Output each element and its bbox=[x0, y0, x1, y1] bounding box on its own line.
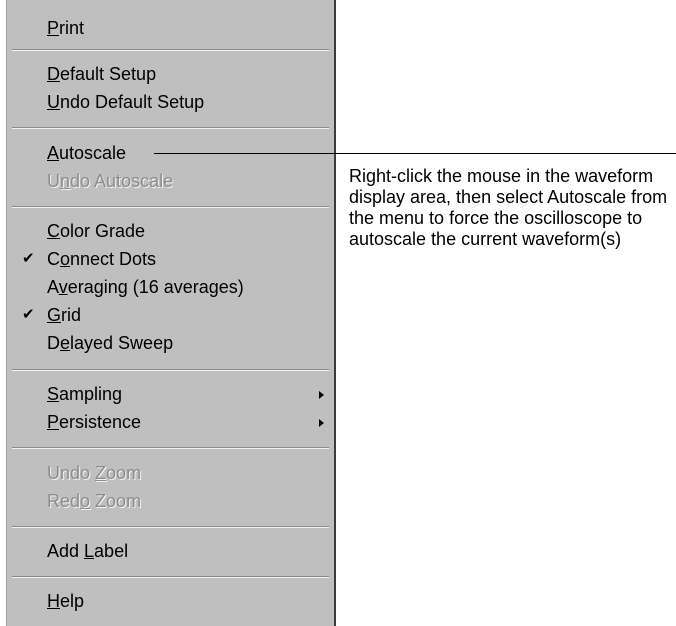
menu-separator bbox=[12, 526, 329, 528]
menu-item-label: Grid bbox=[47, 305, 82, 325]
mnemonic-letter: o bbox=[60, 249, 71, 269]
checkmark-icon: ✔ bbox=[22, 306, 35, 323]
menu-item-label: Persistence bbox=[47, 412, 142, 432]
menu-item-color-grade[interactable]: Color Grade bbox=[7, 217, 334, 245]
menu-separator bbox=[12, 206, 329, 208]
menu-item-connect-dots[interactable]: ✔ Connect Dots bbox=[7, 245, 334, 273]
menu-item-undo-zoom: Undo Zoom bbox=[7, 459, 334, 487]
menu-item-undo-autoscale: Undo Autoscale bbox=[7, 167, 334, 195]
menu-item-label: Default Setup bbox=[47, 64, 157, 84]
mnemonic-letter: D bbox=[47, 64, 60, 84]
menu-item-averaging[interactable]: Averaging (16 averages) bbox=[7, 273, 334, 301]
menu-item-label: Color Grade bbox=[47, 221, 146, 241]
menu-item-label: Undo Autoscale bbox=[47, 171, 174, 191]
submenu-arrow-icon bbox=[319, 391, 324, 399]
menu-separator bbox=[12, 447, 329, 449]
menu-separator bbox=[12, 576, 329, 578]
mnemonic-letter: H bbox=[47, 591, 60, 611]
menu-item-undo-default-setup[interactable]: Undo Default Setup bbox=[7, 88, 334, 116]
context-menu: Print Default Setup Undo Default Setup A… bbox=[6, 0, 336, 626]
menu-item-help[interactable]: Help bbox=[7, 587, 334, 615]
menu-separator bbox=[12, 127, 329, 129]
menu-item-label: Print bbox=[47, 18, 85, 38]
menu-item-label: Sampling bbox=[47, 384, 123, 404]
mnemonic-letter: o bbox=[80, 491, 91, 511]
menu-separator bbox=[12, 49, 329, 51]
menu-item-label: Add Label bbox=[47, 541, 129, 561]
checkmark-icon: ✔ bbox=[22, 250, 35, 267]
mnemonic-letter: P bbox=[47, 412, 60, 432]
callout-leader-line bbox=[154, 153, 676, 154]
menu-item-redo-zoom: Redo Zoom bbox=[7, 487, 334, 515]
mnemonic-letter: P bbox=[47, 18, 60, 38]
mnemonic-letter: S bbox=[47, 384, 60, 404]
mnemonic-letter: C bbox=[47, 221, 60, 241]
callout-text: Right-click the mouse in the waveform di… bbox=[349, 166, 668, 249]
menu-item-label: Delayed Sweep bbox=[47, 333, 174, 353]
menu-item-persistence[interactable]: Persistence bbox=[7, 408, 334, 436]
mnemonic-letter: U bbox=[47, 92, 60, 112]
mnemonic-letter: L bbox=[84, 541, 95, 561]
menu-item-label: Redo Zoom bbox=[47, 491, 142, 511]
menu-item-label: Undo Zoom bbox=[47, 463, 142, 483]
menu-item-add-label[interactable]: Add Label bbox=[7, 537, 334, 565]
menu-item-label: Undo Default Setup bbox=[47, 92, 205, 112]
mnemonic-letter: e bbox=[60, 333, 71, 353]
mnemonic-letter: v bbox=[58, 277, 68, 297]
mnemonic-letter: A bbox=[47, 143, 60, 163]
menu-item-label: Autoscale bbox=[47, 143, 127, 163]
mnemonic-letter: G bbox=[47, 305, 62, 325]
menu-item-label: Help bbox=[47, 591, 85, 611]
menu-item-grid[interactable]: ✔ Grid bbox=[7, 301, 334, 329]
menu-item-default-setup[interactable]: Default Setup bbox=[7, 60, 334, 88]
menu-item-print[interactable]: Print bbox=[7, 14, 334, 42]
menu-separator bbox=[12, 369, 329, 371]
submenu-arrow-icon bbox=[319, 419, 324, 427]
mnemonic-letter: n bbox=[60, 171, 71, 191]
mnemonic-letter: Z bbox=[95, 463, 107, 483]
menu-item-label: Averaging (16 averages) bbox=[47, 277, 244, 297]
menu-item-label: Connect Dots bbox=[47, 249, 157, 269]
menu-item-delayed-sweep[interactable]: Delayed Sweep bbox=[7, 329, 334, 357]
menu-item-sampling[interactable]: Sampling bbox=[7, 380, 334, 408]
